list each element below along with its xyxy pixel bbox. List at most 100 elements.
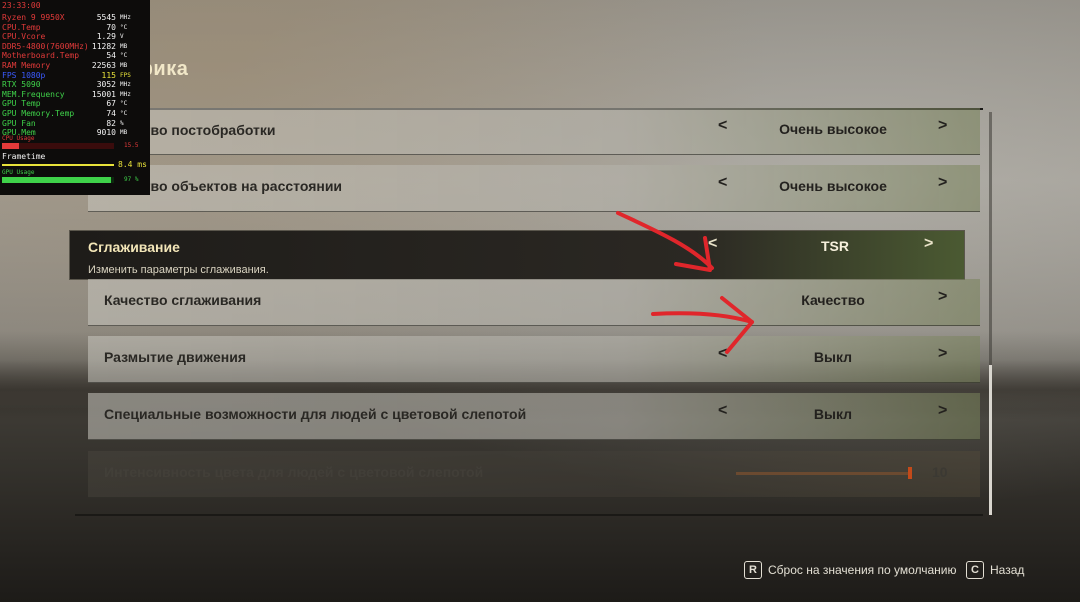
overlay-stat-label: DDR5-4800(7600MHz) (2, 41, 89, 51)
overlay-stat-value: 1.29 (96, 32, 116, 42)
next-value-arrow-icon[interactable]: > (938, 117, 947, 135)
overlay-stat-value: 22563 (91, 61, 116, 70)
overlay-stat-label: Motherboard.Temp (2, 51, 80, 61)
overlay-stat-unit: °C (120, 110, 128, 117)
overlay-stat-row: GPU Memory.Temp 74 °C (2, 109, 148, 119)
cpu-usage-bar-fill (2, 143, 20, 149)
overlay-stat-unit: °C (120, 100, 128, 108)
back-label: Назад (990, 563, 1025, 577)
setting-value: Выкл (813, 349, 853, 365)
overlay-stat-row: FPS 1080p 115 FPS (2, 71, 148, 81)
overlay-stat-row: DDR5-4800(7600MHz) 11282 MB (2, 42, 148, 52)
overlay-stat-value: 5545 (96, 13, 116, 22)
setting-row-postprocessing[interactable]: Качество постобработки < Очень высокое > (88, 108, 980, 155)
setting-row-distance-quality[interactable]: Качество объектов на расстоянии < Очень … (88, 165, 980, 212)
overlay-stat-value: 74 (106, 109, 116, 118)
next-value-arrow-icon[interactable]: > (938, 288, 947, 306)
overlay-stat-unit: MHz (120, 90, 131, 98)
setting-description: Изменить параметры сглаживания. (88, 264, 269, 276)
prev-value-arrow-icon[interactable]: < (718, 402, 727, 420)
prev-value-arrow-icon[interactable]: < (718, 117, 727, 135)
reset-defaults-label: Сброс на значения по умолчанию (768, 563, 957, 577)
overlay-stat-label: GPU Fan (2, 118, 36, 128)
overlay-stat-row: GPU Temp 67 °C (2, 99, 148, 109)
setting-row-anti-aliasing[interactable]: Сглаживание < TSR > Изменить параметры с… (69, 230, 965, 280)
gpu-usage-value: 97 % (124, 176, 139, 183)
overlay-stat-label: RAM Memory (2, 61, 51, 70)
overlay-stat-value: 70 (106, 22, 116, 32)
overlay-stat-label: MEM.Frequency (2, 89, 65, 99)
setting-value: Выкл (813, 406, 853, 422)
performance-overlay: 23:33:00 Ryzen 9 9950X 5545 MHz CPU.Temp 70 °… (0, 0, 150, 195)
setting-row-colorblind-intensity[interactable]: Интенсивность цвета для людей с цветовой… (88, 451, 980, 498)
overlay-stat-unit: % (120, 119, 124, 127)
overlay-stat-value: 9010 (96, 128, 116, 138)
overlay-stat-value: 54 (106, 51, 116, 61)
gpu-usage-bar-fill (2, 177, 111, 183)
setting-value: Очень высокое (779, 178, 887, 194)
overlay-stat-row: RAM Memory 22563 MB (2, 61, 148, 71)
overlay-stat-label: CPU.Temp (2, 22, 41, 32)
overlay-stat-label: CPU.Vcore (2, 32, 46, 42)
overlay-clock: 23:33:00 (2, 1, 41, 10)
c-key-icon: C (966, 561, 984, 579)
next-value-arrow-icon[interactable]: > (938, 174, 947, 192)
setting-label: Качество сглаживания (104, 292, 262, 308)
intensity-slider-track[interactable] (736, 472, 912, 475)
overlay-stat-row: CPU.Vcore 1.29 V (2, 32, 148, 42)
overlay-stat-unit: °C (120, 52, 128, 60)
overlay-stat-value: 82 (106, 118, 116, 128)
reset-defaults-button[interactable]: R Сброс на значения по умолчанию (744, 561, 957, 579)
overlay-stat-value: 15001 (91, 89, 116, 99)
overlay-stat-unit: °C (120, 23, 128, 31)
cpu-usage-label: CPU Usage (2, 135, 35, 142)
setting-row-aa-quality[interactable]: Качество сглаживания < Качество > (88, 279, 980, 326)
setting-label: Сглаживание (88, 239, 180, 255)
frametime-value: 8.4 ms (118, 160, 147, 169)
panel-bottom-divider (75, 514, 983, 516)
setting-value: TSR (821, 238, 849, 254)
overlay-stat-value: 67 (106, 99, 116, 109)
prev-value-arrow-icon[interactable]: < (718, 174, 727, 192)
frametime-label: Frametime (2, 152, 46, 161)
cpu-usage-value: 15.5 (124, 142, 139, 149)
overlay-stat-row: RTX 5090 3052 MHz (2, 80, 148, 90)
next-value-arrow-icon[interactable]: > (938, 345, 947, 363)
prev-value-arrow-icon[interactable]: < (718, 345, 727, 363)
overlay-stat-label: RTX 5090 (2, 80, 41, 90)
overlay-stat-unit: MB (120, 62, 128, 69)
overlay-stat-row: GPU Fan 82% (2, 119, 148, 129)
overlay-stat-value: 11282 (91, 41, 116, 51)
back-button[interactable]: C Назад (966, 561, 1024, 579)
overlay-stat-unit: MHz (120, 14, 131, 21)
r-key-icon: R (744, 561, 762, 579)
setting-label: Размытие движения (104, 349, 247, 365)
overlay-stat-unit: MB (120, 42, 128, 50)
slider-value: 10 (932, 464, 948, 480)
overlay-stat-label: FPS 1080p (2, 70, 46, 80)
overlay-stat-row: Ryzen 9 9950X 5545 MHz (2, 13, 148, 23)
overlay-stat-unit: MB (120, 129, 128, 137)
setting-value: Качество (801, 292, 865, 308)
prev-value-arrow-icon[interactable]: < (708, 235, 717, 253)
next-value-arrow-icon[interactable]: > (938, 402, 947, 420)
overlay-stat-unit: FPS (120, 71, 131, 79)
overlay-stat-value: 3052 (96, 80, 116, 90)
overlay-stat-row: MEM.Frequency 15001 MHz (2, 90, 148, 100)
setting-row-motion-blur[interactable]: Размытие движения < Выкл > (88, 336, 980, 383)
setting-label: Интенсивность цвета для людей с цветовой… (104, 464, 484, 480)
next-value-arrow-icon[interactable]: > (924, 235, 933, 253)
setting-label: Специальные возможности для людей с цвет… (104, 406, 527, 422)
overlay-stat-row: Motherboard.Temp 54 °C (2, 51, 148, 61)
intensity-slider-handle[interactable] (908, 467, 913, 479)
overlay-stat-row: CPU.Temp 70 °C (2, 23, 148, 33)
setting-row-colorblind[interactable]: Специальные возможности для людей с цвет… (88, 393, 980, 440)
overlay-stat-unit: V (120, 33, 124, 41)
scrollbar-thumb[interactable] (989, 365, 992, 515)
frametime-graph (2, 164, 114, 166)
overlay-stat-unit: MHz (120, 81, 131, 89)
overlay-stat-label: Ryzen 9 9950X (2, 13, 65, 22)
overlay-stat-label: GPU Temp (2, 99, 41, 109)
setting-value: Очень высокое (779, 121, 887, 137)
overlay-stat-value: 115 (101, 70, 116, 80)
